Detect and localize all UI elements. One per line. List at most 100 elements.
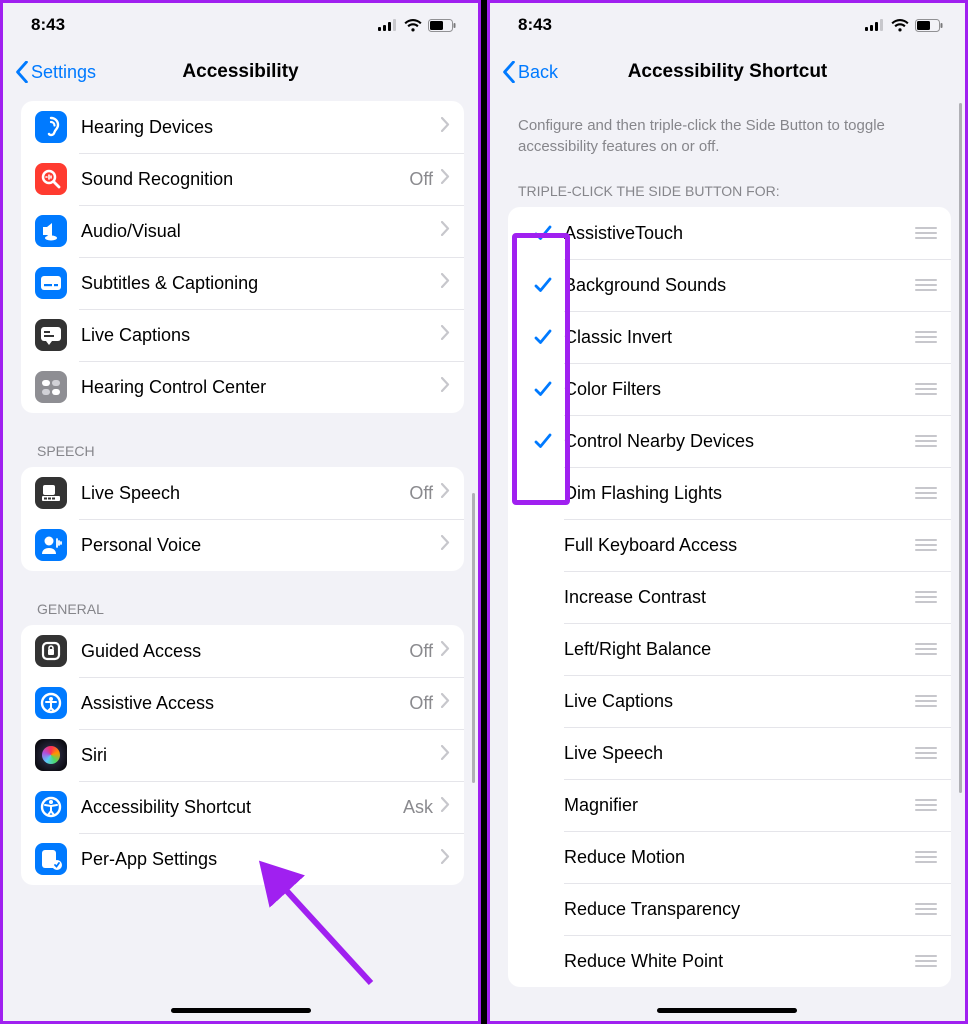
cellular-icon [865, 19, 885, 31]
reorder-handle-icon[interactable] [915, 279, 937, 291]
settings-row-subtitles[interactable]: Subtitles & Captioning [21, 257, 464, 309]
feature-label: Left/Right Balance [564, 639, 907, 660]
feature-row[interactable]: Background Sounds [508, 259, 951, 311]
right-phone: 8:43 Back Accessibility Shortcut Configu… [487, 0, 968, 1024]
status-right [378, 19, 456, 32]
back-label: Settings [31, 62, 96, 83]
row-label: Accessibility Shortcut [81, 797, 403, 818]
settings-row-live-speech[interactable]: Live SpeechOff [21, 467, 464, 519]
description-text: Configure and then triple-click the Side… [508, 97, 951, 177]
row-detail: Ask [403, 797, 433, 818]
row-label: Guided Access [81, 641, 409, 662]
live-captions-icon [35, 319, 67, 351]
settings-row-personal-voice[interactable]: Personal Voice [21, 519, 464, 571]
group-header: GENERAL [21, 595, 464, 625]
chevron-right-icon [441, 641, 450, 661]
settings-row-live-captions[interactable]: Live Captions [21, 309, 464, 361]
row-label: Hearing Devices [81, 117, 441, 138]
settings-row-per-app-settings[interactable]: Per-App Settings [21, 833, 464, 885]
feature-row[interactable]: Magnifier [508, 779, 951, 831]
feature-row[interactable]: Reduce White Point [508, 935, 951, 987]
chevron-right-icon [441, 693, 450, 713]
settings-row-hearing-control[interactable]: Hearing Control Center [21, 361, 464, 413]
siri-icon [35, 739, 67, 771]
reorder-handle-icon[interactable] [915, 591, 937, 603]
feature-label: Full Keyboard Access [564, 535, 907, 556]
row-label: Subtitles & Captioning [81, 273, 441, 294]
shortcut-content[interactable]: Configure and then triple-click the Side… [490, 97, 965, 1021]
feature-label: Dim Flashing Lights [564, 483, 907, 504]
hearing-control-icon [35, 371, 67, 403]
row-label: Hearing Control Center [81, 377, 441, 398]
cellular-icon [378, 19, 398, 31]
feature-row[interactable]: Control Nearby Devices [508, 415, 951, 467]
feature-row[interactable]: Reduce Transparency [508, 883, 951, 935]
feature-row[interactable]: Live Speech [508, 727, 951, 779]
reorder-handle-icon[interactable] [915, 643, 937, 655]
settings-row-sound-recognition[interactable]: Sound RecognitionOff [21, 153, 464, 205]
wifi-icon [404, 19, 422, 32]
reorder-handle-icon[interactable] [915, 695, 937, 707]
checkmark-icon [522, 327, 564, 347]
feature-row[interactable]: Reduce Motion [508, 831, 951, 883]
reorder-handle-icon[interactable] [915, 383, 937, 395]
chevron-right-icon [441, 745, 450, 765]
reorder-handle-icon[interactable] [915, 955, 937, 967]
feature-label: Increase Contrast [564, 587, 907, 608]
feature-row[interactable]: Left/Right Balance [508, 623, 951, 675]
home-indicator [171, 1008, 311, 1013]
reorder-handle-icon[interactable] [915, 227, 937, 239]
feature-row[interactable]: Increase Contrast [508, 571, 951, 623]
reorder-handle-icon[interactable] [915, 331, 937, 343]
back-button[interactable]: Settings [11, 57, 100, 87]
scroll-indicator [959, 103, 962, 793]
back-button[interactable]: Back [498, 57, 562, 87]
battery-icon [428, 19, 456, 32]
feature-row[interactable]: Full Keyboard Access [508, 519, 951, 571]
reorder-handle-icon[interactable] [915, 487, 937, 499]
reorder-handle-icon[interactable] [915, 799, 937, 811]
accessibility-shortcut-icon [35, 791, 67, 823]
per-app-settings-icon [35, 843, 67, 875]
personal-voice-icon [35, 529, 67, 561]
feature-label: Reduce White Point [564, 951, 907, 972]
feature-list: AssistiveTouchBackground SoundsClassic I… [508, 207, 951, 987]
status-right [865, 19, 943, 32]
checkmark-icon [522, 223, 564, 243]
checkmark-icon [522, 275, 564, 295]
live-speech-icon [35, 477, 67, 509]
status-bar: 8:43 [490, 3, 965, 47]
feature-row[interactable]: Color Filters [508, 363, 951, 415]
settings-row-accessibility-shortcut[interactable]: Accessibility ShortcutAsk [21, 781, 464, 833]
settings-row-assistive-access[interactable]: Assistive AccessOff [21, 677, 464, 729]
settings-row-siri[interactable]: Siri [21, 729, 464, 781]
reorder-handle-icon[interactable] [915, 539, 937, 551]
row-label: Audio/Visual [81, 221, 441, 242]
chevron-left-icon [502, 61, 516, 83]
chevron-right-icon [441, 483, 450, 503]
feature-label: Color Filters [564, 379, 907, 400]
feature-row[interactable]: Classic Invert [508, 311, 951, 363]
row-detail: Off [409, 169, 433, 190]
reorder-handle-icon[interactable] [915, 435, 937, 447]
feature-row[interactable]: Live Captions [508, 675, 951, 727]
feature-row[interactable]: AssistiveTouch [508, 207, 951, 259]
hearing-icon [35, 111, 67, 143]
assistive-access-icon [35, 687, 67, 719]
feature-label: Magnifier [564, 795, 907, 816]
feature-row[interactable]: Dim Flashing Lights [508, 467, 951, 519]
checkmark-icon [522, 379, 564, 399]
settings-row-hearing[interactable]: Hearing Devices [21, 101, 464, 153]
reorder-handle-icon[interactable] [915, 747, 937, 759]
chevron-right-icon [441, 535, 450, 555]
reorder-handle-icon[interactable] [915, 903, 937, 915]
settings-content[interactable]: Hearing Devices Sound RecognitionOff Audio… [3, 97, 478, 1021]
feature-label: Reduce Motion [564, 847, 907, 868]
settings-row-audio-visual[interactable]: Audio/Visual [21, 205, 464, 257]
battery-icon [915, 19, 943, 32]
settings-row-guided-access[interactable]: Guided AccessOff [21, 625, 464, 677]
chevron-right-icon [441, 797, 450, 817]
chevron-right-icon [441, 117, 450, 137]
checkmark-icon [522, 431, 564, 451]
reorder-handle-icon[interactable] [915, 851, 937, 863]
